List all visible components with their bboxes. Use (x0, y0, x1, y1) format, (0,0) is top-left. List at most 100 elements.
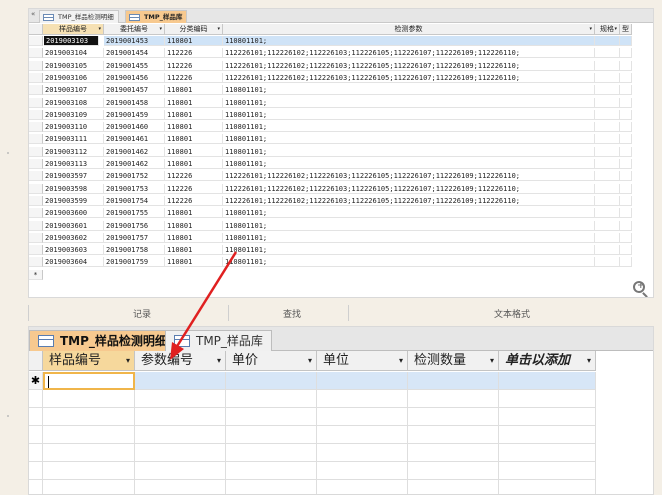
column-header[interactable]: 委托编号 ▾ (104, 24, 165, 35)
current-cell[interactable]: 2019003103 (44, 36, 99, 46)
tab-sample-library[interactable]: TMP_样品库 (165, 330, 272, 351)
table-cell[interactable] (620, 257, 632, 268)
table-cell[interactable]: 2019001758 (104, 245, 165, 256)
table-cell[interactable]: 2019001754 (104, 195, 165, 206)
table-cell[interactable]: 110801101; (223, 245, 595, 256)
table-cell[interactable]: 2019001455 (104, 60, 165, 71)
column-header[interactable]: 型 (620, 24, 632, 35)
table-cell[interactable] (595, 97, 620, 108)
row-selector[interactable] (29, 36, 43, 46)
table-cell[interactable]: 2019001752 (104, 171, 165, 182)
table-cell[interactable]: 110801 (165, 122, 223, 133)
table-cell[interactable] (620, 220, 632, 231)
row-selector[interactable] (29, 146, 43, 157)
table-cell[interactable]: 112226 (165, 72, 223, 83)
table-cell[interactable] (620, 134, 632, 145)
table-cell[interactable]: 2019003601 (43, 220, 104, 231)
table-cell[interactable]: 2019001462 (104, 146, 165, 157)
table-cell[interactable]: 112226 (165, 183, 223, 194)
table-cell[interactable]: 110801101; (223, 97, 595, 108)
row-selector[interactable] (29, 171, 43, 182)
table-cell[interactable]: 2019001456 (104, 72, 165, 83)
table-cell[interactable]: 2019003598 (43, 183, 104, 194)
column-header[interactable]: 分类编码 ▾ (165, 24, 223, 35)
table-cell[interactable]: 2019001453 (104, 36, 165, 46)
table-cell[interactable]: 112226101;112226102;112226103;112226105;… (223, 171, 595, 182)
table-cell[interactable] (408, 372, 499, 390)
table-cell[interactable] (595, 183, 620, 194)
table-cell[interactable] (595, 36, 620, 46)
table-cell[interactable]: 112226101;112226102;112226103;112226105;… (223, 183, 595, 194)
table-cell[interactable]: 2019003599 (43, 195, 104, 206)
column-header[interactable]: 规格 ▾ (595, 24, 620, 35)
row-selector[interactable] (29, 183, 43, 194)
row-selector[interactable] (29, 109, 43, 120)
table-cell[interactable]: 110801 (165, 220, 223, 231)
table-cell[interactable] (620, 97, 632, 108)
table-cell[interactable]: 2019003112 (43, 146, 104, 157)
table-cell[interactable]: 2019003106 (43, 72, 104, 83)
row-selector[interactable] (29, 208, 43, 219)
dropdown-arrow-icon[interactable]: ▾ (217, 351, 221, 371)
table-cell[interactable] (595, 72, 620, 83)
table-cell[interactable]: 110801101; (223, 36, 595, 46)
table-cell[interactable] (620, 60, 632, 71)
table-cell[interactable]: 112226101;112226102;112226103;112226105;… (223, 195, 595, 206)
row-selector[interactable] (29, 48, 43, 59)
row-selector[interactable] (29, 220, 43, 231)
table-cell[interactable]: 110801 (165, 208, 223, 219)
table-cell[interactable]: 2019001753 (104, 183, 165, 194)
table-cell[interactable] (620, 109, 632, 120)
tab-sample-detail[interactable]: TMP_样品检测明细 (29, 330, 176, 351)
row-selector[interactable] (29, 60, 43, 71)
table-cell[interactable] (620, 122, 632, 133)
table-cell[interactable]: 2019003111 (43, 134, 104, 145)
table-cell[interactable]: 110801101; (223, 109, 595, 120)
dropdown-arrow-icon[interactable]: ▾ (614, 24, 617, 35)
collapse-nav-icon[interactable]: « (31, 10, 35, 18)
table-cell[interactable]: 112226101;112226102;112226103;112226105;… (223, 72, 595, 83)
table-cell[interactable]: 2019003109 (43, 109, 104, 120)
active-input-cell[interactable] (43, 372, 135, 390)
table-cell[interactable]: 2019001461 (104, 134, 165, 145)
new-record-marker[interactable]: ✱ (29, 372, 43, 390)
dropdown-arrow-icon[interactable]: ▾ (159, 24, 162, 35)
table-cell[interactable] (620, 183, 632, 194)
dropdown-arrow-icon[interactable]: ▾ (308, 351, 312, 371)
table-cell[interactable]: 2019003604 (43, 257, 104, 268)
table-cell[interactable]: 110801 (165, 159, 223, 169)
table-cell[interactable]: 2019003603 (43, 245, 104, 256)
table-cell[interactable]: 110801 (165, 146, 223, 157)
table-cell[interactable]: 2019001757 (104, 232, 165, 243)
table-cell[interactable] (620, 85, 632, 96)
dropdown-arrow-icon[interactable]: ▾ (399, 351, 403, 371)
column-header[interactable]: 单位 ▾ (317, 351, 408, 371)
table-cell[interactable] (595, 257, 620, 268)
table-cell[interactable]: 110801 (165, 36, 223, 46)
table-cell[interactable]: 110801 (165, 109, 223, 120)
table-cell[interactable]: 110801101; (223, 85, 595, 96)
column-header[interactable]: 检测参数 ▾ (223, 24, 595, 35)
table-cell[interactable] (595, 134, 620, 145)
row-selector[interactable] (29, 122, 43, 133)
table-cell[interactable]: 2019003110 (43, 122, 104, 133)
table-cell[interactable] (620, 146, 632, 157)
table-cell[interactable] (595, 122, 620, 133)
table-cell[interactable] (595, 60, 620, 71)
table-cell[interactable]: 2019003597 (43, 171, 104, 182)
tab-sample-detail[interactable]: TMP_样品检测明细 (39, 10, 119, 23)
column-header[interactable]: 单价 ▾ (226, 351, 317, 371)
table-cell[interactable]: 110801101; (223, 134, 595, 145)
column-header[interactable]: 检测数量 ▾ (408, 351, 499, 371)
table-cell[interactable]: 2019001759 (104, 257, 165, 268)
table-cell[interactable]: 110801 (165, 97, 223, 108)
table-cell[interactable]: 2019001755 (104, 208, 165, 219)
column-header[interactable]: 单击以添加 ▾ (499, 351, 596, 371)
table-cell[interactable]: 2019001756 (104, 220, 165, 231)
table-cell[interactable]: 2019003107 (43, 85, 104, 96)
table-cell[interactable] (620, 232, 632, 243)
table-cell[interactable] (595, 195, 620, 206)
table-cell[interactable] (595, 159, 620, 169)
row-selector[interactable] (29, 159, 43, 169)
table-cell[interactable]: 2019003104 (43, 48, 104, 59)
